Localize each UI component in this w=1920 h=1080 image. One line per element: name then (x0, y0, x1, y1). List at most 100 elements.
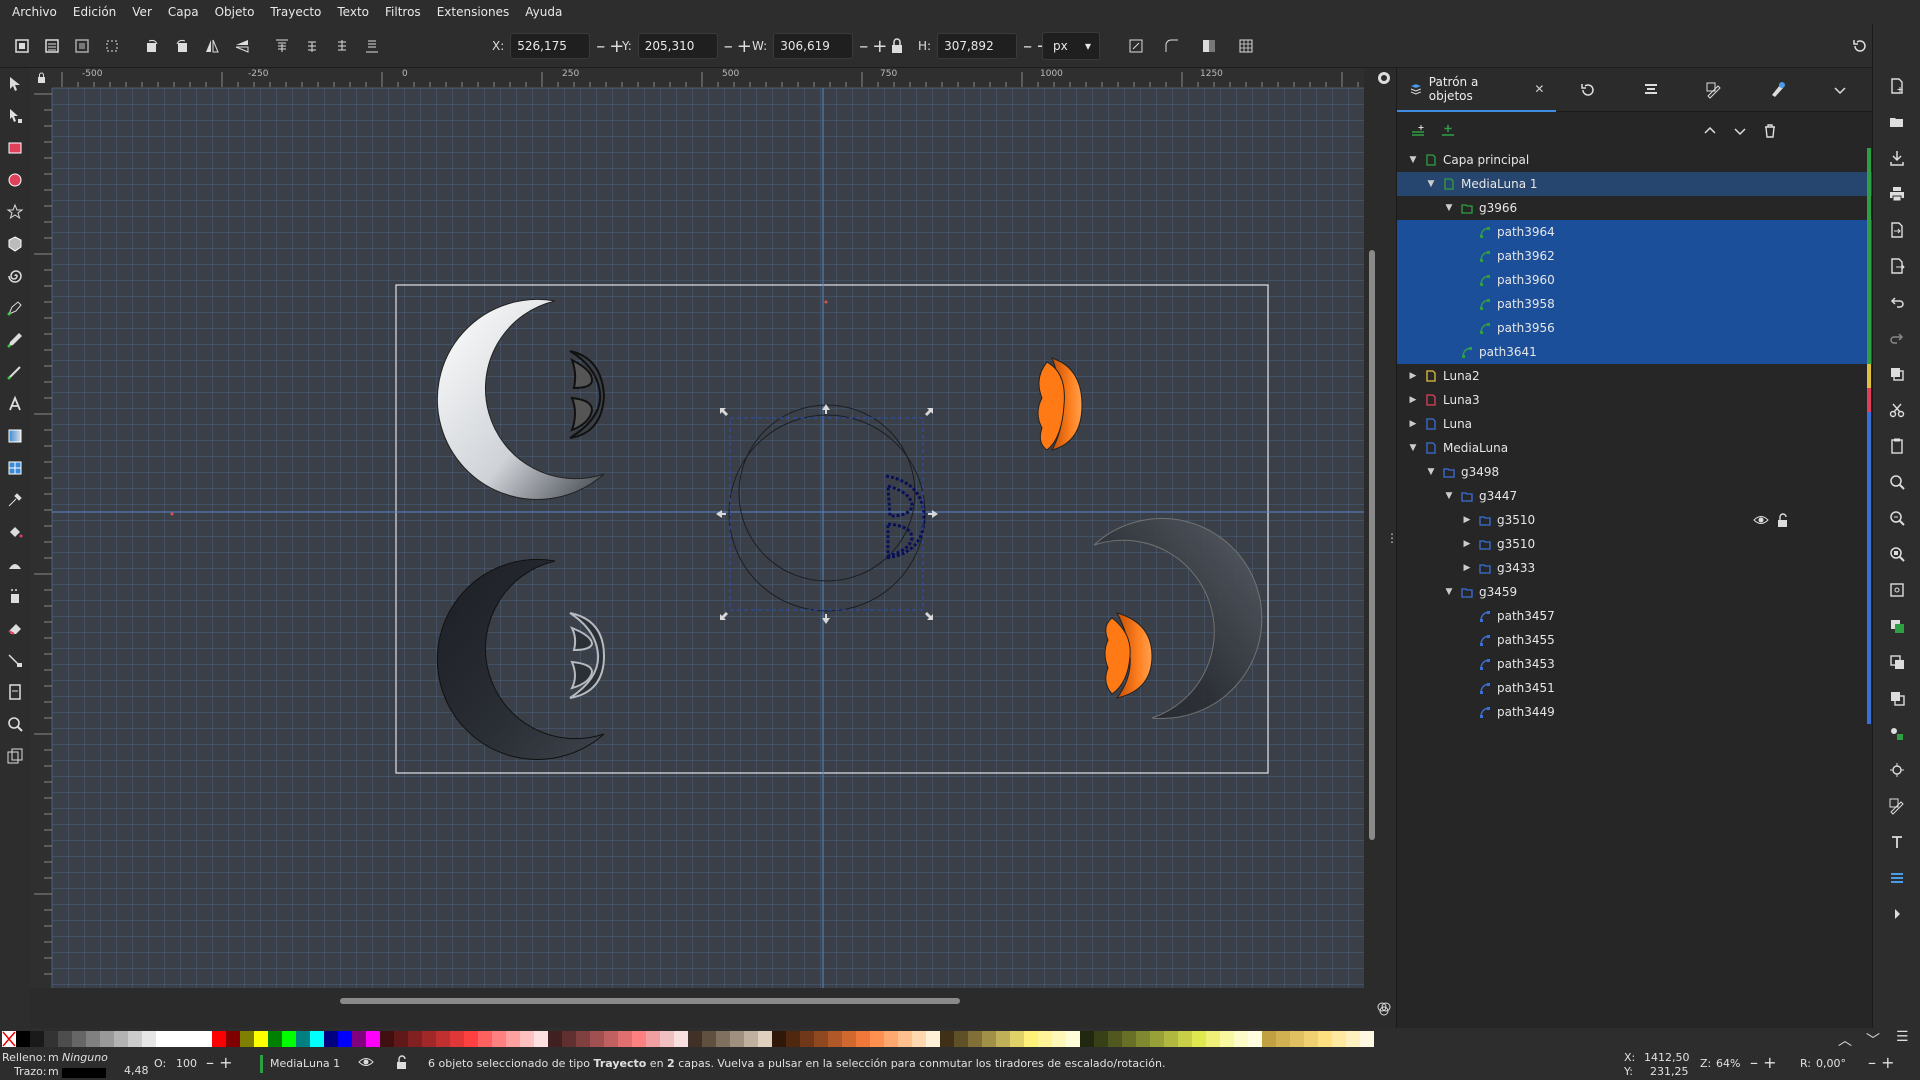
color-swatch[interactable] (632, 1031, 646, 1047)
color-swatch[interactable] (1094, 1031, 1108, 1047)
raise-to-top-button[interactable] (268, 32, 296, 60)
tree-row-path[interactable]: path3641 (1397, 340, 1873, 364)
color-swatch[interactable] (366, 1031, 380, 1047)
dock-resize-handle-icon[interactable]: ⋮ (1386, 530, 1398, 546)
color-swatch[interactable] (240, 1031, 254, 1047)
add-group-button[interactable] (1439, 122, 1457, 143)
save-button[interactable] (1873, 140, 1920, 176)
scale-stroke-button[interactable] (1122, 32, 1150, 60)
menu-filtros[interactable]: Filtros (377, 0, 429, 24)
orange-shape[interactable] (1037, 357, 1083, 451)
tree-row-group[interactable]: ▶ g3510 (1397, 508, 1873, 532)
open-button[interactable] (1873, 104, 1920, 140)
color-swatch[interactable] (1136, 1031, 1150, 1047)
copy-button[interactable] (1873, 356, 1920, 392)
history-button[interactable] (1846, 32, 1874, 60)
color-swatch[interactable] (1122, 1031, 1136, 1047)
tree-row-path[interactable]: path3958 (1397, 292, 1873, 316)
color-swatch[interactable] (590, 1031, 604, 1047)
color-swatch[interactable] (534, 1031, 548, 1047)
stroke-indicator[interactable] (62, 1068, 106, 1078)
flip-horizontal-button[interactable] (198, 32, 226, 60)
color-swatch[interactable] (506, 1031, 520, 1047)
unit-select[interactable]: px ▾ (1042, 32, 1100, 60)
color-swatch[interactable] (352, 1031, 366, 1047)
color-swatch[interactable] (1164, 1031, 1178, 1047)
color-swatch[interactable] (1010, 1031, 1024, 1047)
collapsed-arrow-icon[interactable]: ▶ (1461, 556, 1473, 580)
lower-button[interactable] (328, 32, 356, 60)
zoom-input[interactable]: 64% (1716, 1057, 1740, 1070)
color-swatch[interactable] (954, 1031, 968, 1047)
zoom-selection-button[interactable] (1873, 464, 1920, 500)
tab-undo-history[interactable] (1556, 68, 1619, 112)
lock-guides-icon[interactable] (30, 68, 52, 88)
color-swatch[interactable] (842, 1031, 856, 1047)
redo-button[interactable] (1873, 320, 1920, 356)
collapsed-arrow-icon[interactable]: ▶ (1461, 532, 1473, 556)
color-swatch[interactable] (1178, 1031, 1192, 1047)
menu-extensiones[interactable]: Extensiones (429, 0, 518, 24)
palette-scroll-down-icon[interactable]: ﹀ (1866, 1030, 1880, 1050)
more-commands-button[interactable] (1873, 896, 1920, 932)
color-swatch[interactable] (1108, 1031, 1122, 1047)
tree-row-path[interactable]: path3956 (1397, 316, 1873, 340)
color-swatch[interactable] (212, 1031, 226, 1047)
color-swatch[interactable] (926, 1031, 940, 1047)
move-patterns-button[interactable] (1232, 32, 1260, 60)
tab-swatches[interactable] (1746, 68, 1809, 112)
menu-archivo[interactable]: Archivo (4, 0, 65, 24)
pen-tool[interactable] (0, 292, 30, 324)
color-swatch[interactable] (1360, 1031, 1374, 1047)
color-swatch[interactable] (744, 1031, 758, 1047)
color-swatch[interactable] (1192, 1031, 1206, 1047)
color-swatch[interactable] (702, 1031, 716, 1047)
color-swatch[interactable] (338, 1031, 352, 1047)
color-swatch[interactable] (688, 1031, 702, 1047)
import-button[interactable] (1873, 212, 1920, 248)
ellipse-tool[interactable] (0, 164, 30, 196)
color-swatch[interactable] (1024, 1031, 1038, 1047)
color-swatch[interactable] (730, 1031, 744, 1047)
selector-tool[interactable] (0, 68, 30, 100)
color-swatch[interactable] (226, 1031, 240, 1047)
color-swatch[interactable] (296, 1031, 310, 1047)
tree-row-path[interactable]: path3455 (1397, 628, 1873, 652)
flip-vertical-button[interactable] (228, 32, 256, 60)
drawing[interactable] (52, 88, 1364, 988)
color-swatch[interactable] (450, 1031, 464, 1047)
paste-button[interactable] (1873, 428, 1920, 464)
ungroup-button[interactable] (1873, 752, 1920, 788)
y-input[interactable]: 205,310 (637, 33, 718, 59)
tree-row-layer[interactable]: ▶ Luna3 (1397, 388, 1873, 412)
scale-handles[interactable] (716, 404, 938, 624)
h-input[interactable]: 307,892 (937, 33, 1018, 59)
new-document-button[interactable] (1873, 68, 1920, 104)
tree-row-path[interactable]: path3457 (1397, 604, 1873, 628)
collapsed-arrow-icon[interactable]: ▶ (1407, 364, 1419, 388)
tree-row-layer[interactable]: ▼ Capa principal (1397, 148, 1873, 172)
tree-row-layer[interactable]: ▼ MediaLuna 1 (1397, 172, 1873, 196)
zoom-stepper-icon[interactable]: – + (1750, 1053, 1777, 1072)
tab-overflow-menu[interactable] (1809, 68, 1872, 112)
tree-row-group[interactable]: ▼ g3447 (1397, 484, 1873, 508)
menu-edicion[interactable]: Edición (65, 0, 124, 24)
star-tool[interactable] (0, 196, 30, 228)
color-swatch[interactable] (1038, 1031, 1052, 1047)
dropper-tool[interactable] (0, 484, 30, 516)
rotation-stepper-icon[interactable]: – + (1868, 1053, 1895, 1072)
tree-row-layer[interactable]: ▶ Luna (1397, 412, 1873, 436)
zoom-tool[interactable] (0, 708, 30, 740)
opacity-stepper-icon[interactable]: – + (206, 1053, 233, 1072)
move-gradients-button[interactable] (1195, 32, 1223, 60)
measure-tool[interactable] (0, 740, 30, 772)
color-swatch[interactable] (1080, 1031, 1094, 1047)
color-swatch[interactable] (646, 1031, 660, 1047)
undo-button[interactable] (1873, 284, 1920, 320)
no-paint-swatch[interactable] (2, 1031, 16, 1047)
tab-fill-stroke[interactable] (1683, 68, 1746, 112)
color-swatch[interactable] (520, 1031, 534, 1047)
current-layer[interactable]: MediaLuna 1 (270, 1057, 340, 1070)
tree-row-group[interactable]: ▼ g3459 (1397, 580, 1873, 604)
color-swatch[interactable] (310, 1031, 324, 1047)
